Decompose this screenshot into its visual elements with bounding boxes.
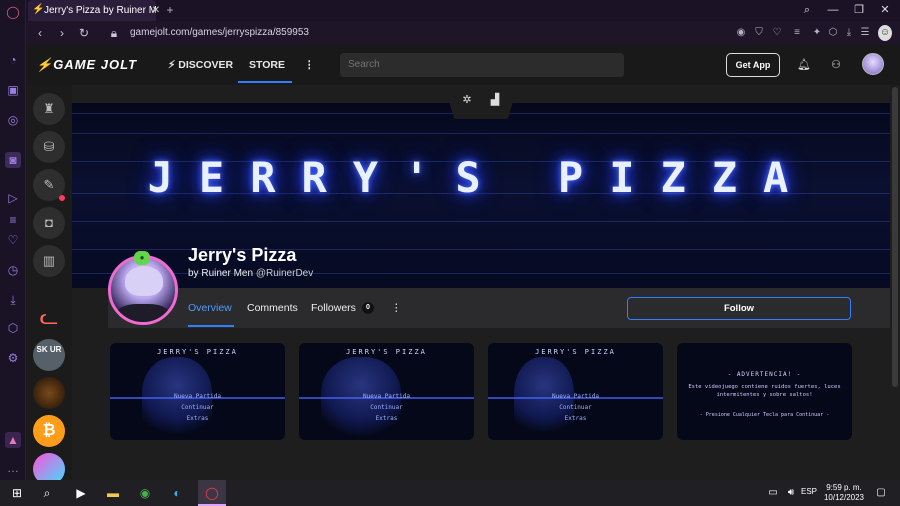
search-icon[interactable]: ⌕ [36,483,58,503]
community-skur[interactable]: SK UR [33,339,65,371]
gamejolt-favicon-icon: ⚡ [32,4,45,15]
developer-handle[interactable]: @RuinerDev [256,268,313,279]
follow-button[interactable]: Follow [627,297,851,320]
volume-icon[interactable]: 🔊︎ [780,483,802,503]
discover-icon: ⚡︎ [168,59,176,71]
game-byline: by Ruiner Men @RuinerDev [188,268,314,279]
player-icon[interactable]: ▷ [5,190,21,206]
file-explorer-icon[interactable]: ▬ [102,483,124,503]
heart-icon[interactable]: ♡ [5,232,21,248]
extensions-icon[interactable]: ⬡ [5,320,21,336]
community-fox-icon[interactable]: ᓚ [33,301,65,333]
speed-dial-icon[interactable]: ◔ [5,52,21,68]
gamejolt-logo[interactable]: ⚡GAME JOLT [36,57,137,73]
more-dots-icon[interactable]: … [5,460,21,476]
clock[interactable]: 9:59 p. m. 10/12/2023 [822,483,866,503]
download-icon[interactable]: ⤓ [842,25,856,41]
screenshot-4[interactable]: - ADVERTENCIA! - Este videojuego contien… [677,343,852,440]
friends-icon[interactable]: ⚇ [828,57,844,73]
screenshot-3[interactable]: JERRY'S PIZZA Nueva Partida Continuar Ex… [488,343,663,440]
minimize-button[interactable]: — [820,0,846,21]
tab-followers[interactable]: Followers 0 [311,288,374,328]
browser-tab[interactable]: ⚡ Jerry's Pizza by Ruiner Men [28,0,156,21]
reload-button[interactable]: ↻ [76,24,92,42]
game-avatar[interactable] [108,255,178,325]
gamejolt-header: ⚡GAME JOLT ⚡︎ DISCOVER STORE ⋮ Get App 🔔… [26,45,900,85]
opera-taskbar-icon: ◯ [205,486,219,500]
developer-link[interactable]: Ruiner Men [201,268,253,279]
banner-title: JERRY'S PIZZA [147,153,815,202]
active-tab-indicator [188,325,234,327]
language-indicator[interactable]: ESP [801,487,817,496]
search-input[interactable] [340,53,624,77]
profile-avatar-icon[interactable]: ☺ [878,25,892,41]
heart-icon[interactable]: ♡ [770,25,784,41]
history-icon[interactable]: ◷ [5,262,21,278]
settings-icon[interactable]: ⚙ [5,350,21,366]
tab-comments[interactable]: Comments [247,288,298,328]
screenshot-2[interactable]: JERRY'S PIZZA Nueva Partida Continuar Ex… [299,343,474,440]
url-field[interactable]: gamejolt.com/games/jerryspizza/859953 [130,21,309,45]
instagram-icon[interactable]: ◎ [5,112,21,128]
game-title: Jerry's Pizza [188,245,297,265]
address-bar: ‹ › ↻ 🔒︎ gamejolt.com/games/jerryspizza/… [26,21,900,45]
edge-icon[interactable]: ◐ [166,483,188,503]
chrome-icon[interactable]: ◉ [134,483,156,503]
community-orange[interactable]: ₿ [33,415,65,447]
active-panel-icon[interactable]: ◙ [5,152,21,168]
user-avatar[interactable] [862,53,884,75]
active-nav-indicator [238,81,292,83]
forward-button[interactable]: › [54,24,70,42]
opera-sidebar: ◯ ◔ ▣ ◎ ◙ ▷ ≡ ♡ ◷ ⤓ ⬡ ⚙ ▲ … [0,0,26,480]
camera-icon[interactable]: ◉ [734,25,748,41]
game-page: JERRY'S PIZZA ✲ ▟ Overview Comments Foll… [72,85,890,480]
notifications-bell-icon[interactable]: 🔔︎ [796,57,812,73]
tab-more-icon[interactable]: ⋮ [391,288,402,328]
sidebar-chat-icon[interactable]: ◘ [33,207,65,239]
tab-title: Jerry's Pizza by Ruiner Men [44,5,156,16]
windows-start-icon[interactable]: ⊞ [6,483,28,503]
lock-icon: 🔒︎ [110,26,118,40]
windows-taskbar: ⊞ ⌕ ▶ ▬ ◉ ◐ ◯ ▭ 🔊︎ ESP 9:59 p. m. 10/12/… [0,480,900,506]
downloads-icon[interactable]: ⤓ [5,292,21,308]
get-app-button[interactable]: Get App [726,53,780,77]
notification-center-icon[interactable]: ▢ [870,483,892,503]
search-tabs-icon[interactable]: ⌕ [794,0,820,21]
sidebar-trophy-icon[interactable]: ♜ [33,93,65,125]
briefcase-icon[interactable]: ▣ [5,82,21,98]
media-player-icon[interactable]: ▶ [70,483,92,503]
maximize-button[interactable]: ❐ [846,0,872,21]
screenshot-1[interactable]: JERRY'S PIZZA Nueva Partida Continuar Ex… [110,343,285,440]
tab-overview[interactable]: Overview [188,288,232,328]
tab-strip: ⚡ Jerry's Pizza by Ruiner Men ✕ + ⌕ — ❐ … [26,0,900,21]
frog-badge-icon: ● [134,251,150,265]
opera-logo-icon[interactable]: ◯ [5,4,21,20]
banner-toolbar: ✲ ▟ [444,85,518,119]
community-fire[interactable] [33,377,65,409]
nav-discover[interactable]: ⚡︎ DISCOVER [168,45,233,85]
aria-icon[interactable]: ▲ [5,432,21,448]
cube-icon[interactable]: ⬡ [826,25,840,41]
page-scrollbar[interactable] [890,85,900,480]
followers-count-badge: 0 [361,302,374,315]
messenger-icon[interactable]: ≡ [5,212,21,228]
tab-close-button[interactable]: ✕ [150,0,162,21]
gamejolt-sidebar: ♜ ⛁ ✎ ◘ ▥ ᓚ SK UR ₿ [26,85,72,485]
shield-icon[interactable]: ⛉ [752,25,766,41]
taskbar-opera-active[interactable]: ◯ [198,480,226,506]
new-tab-button[interactable]: + [164,0,176,21]
extension-icon[interactable]: ✦ [810,25,824,41]
sidebar-library-icon[interactable]: ▥ [33,245,65,277]
notification-dot [59,195,65,201]
menu-icon[interactable]: ≡ [790,25,804,41]
analytics-icon[interactable]: ▟ [488,93,502,107]
more-menu-icon[interactable]: ⋮ [304,45,315,85]
easy-setup-icon[interactable]: ☰ [858,25,872,41]
back-button[interactable]: ‹ [32,24,48,42]
sidebar-backpack-icon[interactable]: ⛁ [33,131,65,163]
nav-store[interactable]: STORE [249,45,285,85]
close-window-button[interactable]: ✕ [872,0,898,21]
gear-icon[interactable]: ✲ [460,93,474,107]
